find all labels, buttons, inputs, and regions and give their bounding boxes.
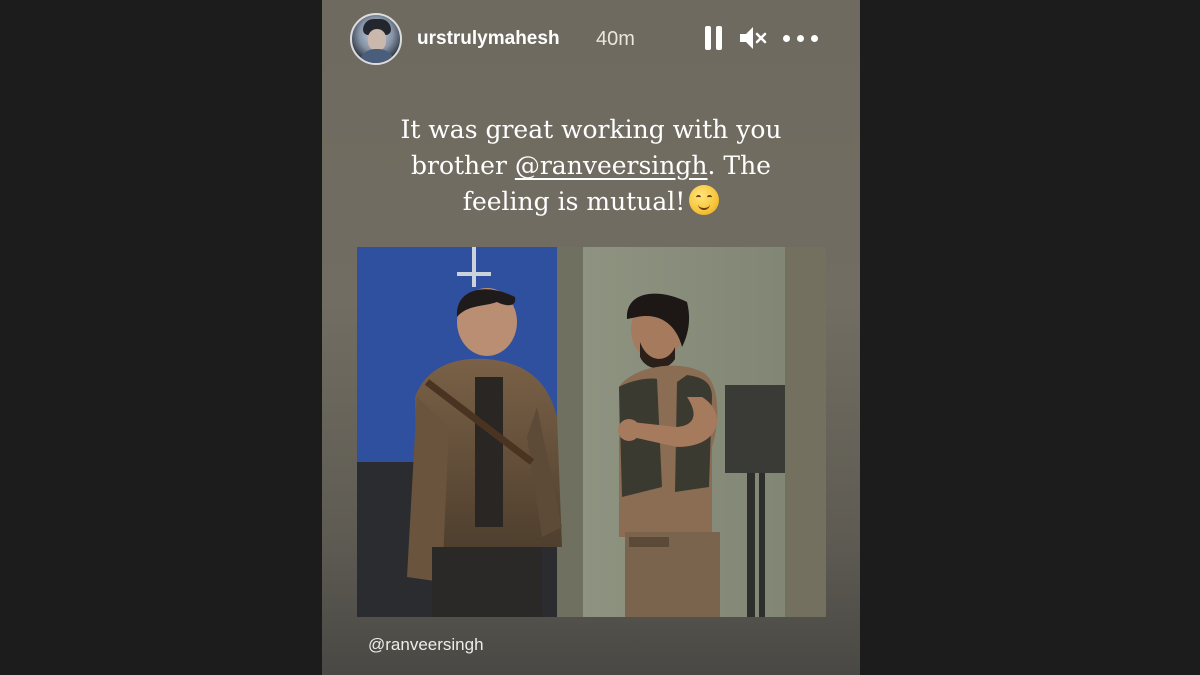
caption-mention-link[interactable]: @ranveersingh — [515, 151, 708, 180]
hugging-face-emoji — [689, 185, 720, 215]
story-photo — [357, 247, 826, 617]
story-caption: It was great working with you brother @r… — [352, 112, 830, 220]
photo-tag-mention[interactable]: @ranveersingh — [368, 635, 484, 655]
speaker-muted-icon[interactable] — [738, 22, 770, 54]
username[interactable]: urstrulymahesh — [417, 28, 560, 50]
pause-icon[interactable] — [705, 22, 727, 54]
caption-line-2: brother @ranveersingh. The — [411, 151, 771, 180]
story-viewer[interactable]: urstrulymahesh 40m It was great working … — [322, 0, 860, 675]
caption-line-1: It was great working with you — [400, 115, 782, 144]
timestamp: 40m — [596, 28, 635, 50]
avatar[interactable] — [350, 13, 402, 65]
more-options-icon[interactable] — [781, 22, 821, 54]
story-header: urstrulymahesh 40m — [322, 0, 860, 80]
caption-line-3: feeling is mutual! — [352, 184, 830, 220]
